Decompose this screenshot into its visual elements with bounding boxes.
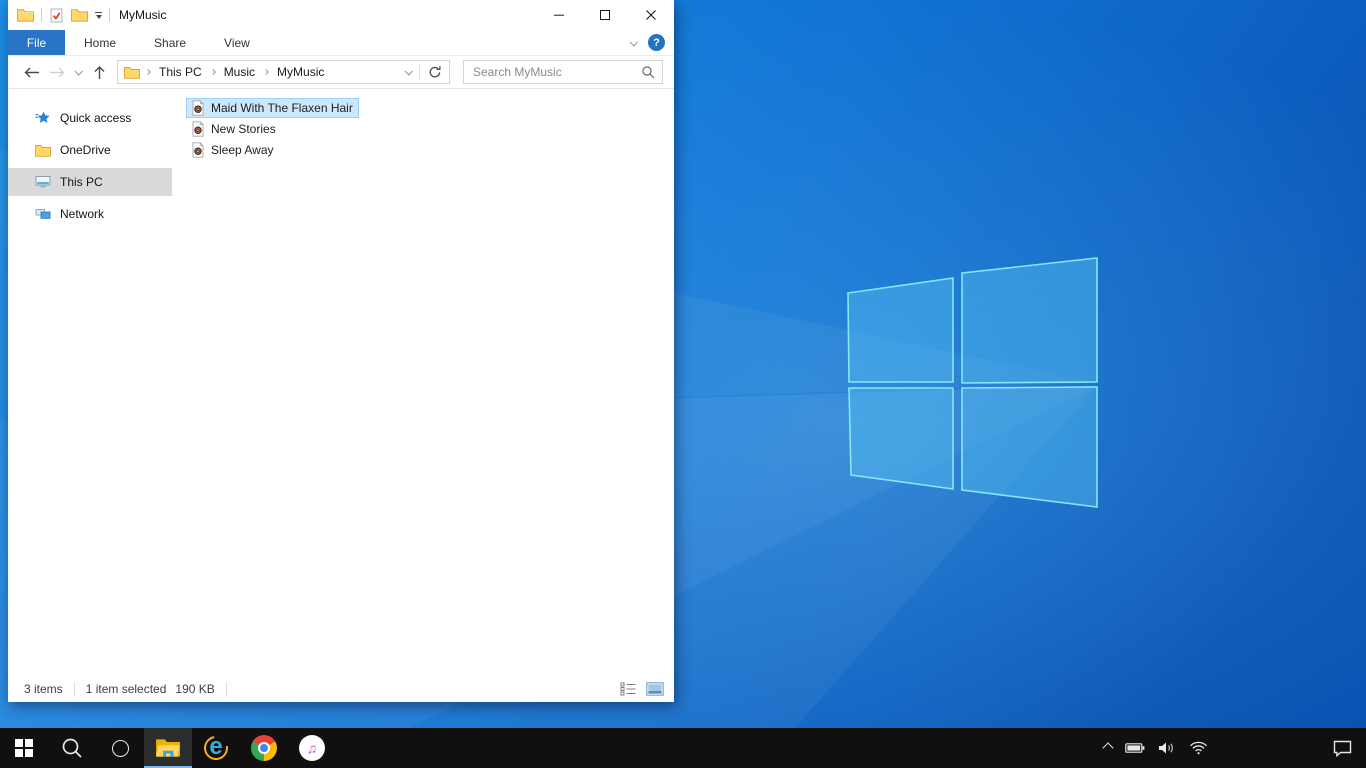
windows-logo-icon <box>15 739 33 757</box>
taskbar-file-explorer-button[interactable] <box>144 728 192 768</box>
sidebar-item-label: Network <box>60 207 105 221</box>
music-file-icon <box>190 100 206 116</box>
close-button[interactable] <box>628 0 674 30</box>
sidebar-item-label: OneDrive <box>60 143 111 157</box>
address-bar[interactable]: This PC Music MyMusic <box>117 60 450 84</box>
sidebar-item-network[interactable]: Network <box>8 200 172 228</box>
divider <box>41 8 42 22</box>
details-view-button[interactable] <box>618 680 638 698</box>
sidebar-item-label: This PC <box>60 175 103 189</box>
action-center-icon[interactable] <box>1333 740 1352 757</box>
title-bar[interactable]: MyMusic <box>8 0 674 30</box>
start-button[interactable] <box>0 728 48 768</box>
internet-explorer-icon: e <box>199 731 233 765</box>
monitor-icon <box>35 175 51 189</box>
battery-icon[interactable] <box>1125 742 1145 754</box>
help-button[interactable]: ? <box>648 34 665 51</box>
file-explorer-icon <box>155 737 181 759</box>
itunes-icon: ♫ <box>299 735 325 761</box>
file-explorer-window: MyMusic File Home Share View ? This PC M… <box>8 0 674 702</box>
minimize-button[interactable] <box>536 0 582 30</box>
divider <box>73 681 75 697</box>
file-name: Maid With The Flaxen Hair <box>211 101 353 115</box>
folder-icon <box>124 66 140 79</box>
file-item-selected[interactable]: Maid With The Flaxen Hair <box>186 98 359 118</box>
music-file-icon <box>190 121 206 137</box>
selection-count: 1 item selected <box>85 682 167 696</box>
items-count: 3 items <box>24 682 63 696</box>
selection-size: 190 KB <box>175 682 215 696</box>
divider <box>109 8 110 22</box>
file-name: New Stories <box>211 122 276 136</box>
search-box[interactable] <box>463 60 663 84</box>
navigation-bar: This PC Music MyMusic <box>8 56 674 89</box>
tab-share[interactable]: Share <box>135 30 205 55</box>
search-input[interactable] <box>471 64 641 80</box>
breadcrumb-mymusic[interactable]: MyMusic <box>277 65 324 79</box>
recent-locations-chevron-icon[interactable] <box>70 67 86 76</box>
divider <box>225 681 227 697</box>
customize-quick-access-toolbar-button[interactable] <box>95 11 102 19</box>
new-folder-button[interactable] <box>71 8 88 22</box>
tab-view[interactable]: View <box>205 30 269 55</box>
tab-file[interactable]: File <box>8 30 65 55</box>
breadcrumb-chevron-icon[interactable] <box>263 69 269 75</box>
back-button[interactable] <box>18 59 44 85</box>
show-hidden-icons-chevron-icon[interactable] <box>1102 742 1114 754</box>
breadcrumb: This PC Music MyMusic <box>145 65 324 79</box>
tab-home[interactable]: Home <box>65 30 135 55</box>
address-dropdown-chevron-icon[interactable] <box>404 67 413 76</box>
forward-button[interactable] <box>44 59 70 85</box>
volume-icon[interactable] <box>1158 741 1176 755</box>
caption-buttons <box>536 0 674 30</box>
sidebar-item-quick-access[interactable]: Quick access <box>8 104 172 132</box>
expand-ribbon-chevron-icon[interactable] <box>629 37 638 47</box>
chrome-icon <box>251 735 277 761</box>
refresh-button[interactable] <box>419 65 442 79</box>
large-icons-view-button[interactable] <box>645 680 665 698</box>
search-icon[interactable] <box>641 65 655 79</box>
taskbar-internet-explorer-button[interactable]: e <box>192 728 240 768</box>
breadcrumb-this-pc[interactable]: This PC <box>159 65 202 79</box>
file-item[interactable]: Sleep Away <box>186 140 280 160</box>
cortana-button[interactable] <box>96 728 144 768</box>
file-name: Sleep Away <box>211 143 274 157</box>
taskbar-search-button[interactable] <box>48 728 96 768</box>
window-title: MyMusic <box>119 8 167 22</box>
file-item[interactable]: New Stories <box>186 119 282 139</box>
navigation-pane: Quick access OneDrive This PC Network <box>8 89 172 676</box>
explorer-window-icon <box>17 8 34 22</box>
search-icon <box>61 737 83 759</box>
star-icon <box>35 110 51 126</box>
windows-logo <box>847 257 1098 508</box>
breadcrumb-chevron-icon[interactable] <box>145 69 151 75</box>
sidebar-item-this-pc[interactable]: This PC <box>8 168 172 196</box>
system-tray <box>1102 728 1366 768</box>
folder-icon <box>35 144 51 157</box>
cortana-icon <box>111 739 129 757</box>
status-bar: 3 items 1 item selected 190 KB <box>8 676 674 702</box>
quick-access-toolbar <box>8 8 110 23</box>
network-icon <box>35 207 51 221</box>
sidebar-item-label: Quick access <box>60 111 132 125</box>
taskbar: e ♫ <box>0 728 1366 768</box>
desktop: MyMusic File Home Share View ? This PC M… <box>0 0 1366 768</box>
wifi-icon[interactable] <box>1189 741 1208 755</box>
view-switcher <box>618 680 674 698</box>
sidebar-item-onedrive[interactable]: OneDrive <box>8 136 172 164</box>
up-button[interactable] <box>86 59 112 85</box>
file-list[interactable]: Maid With The Flaxen Hair New Stories Sl… <box>172 89 674 676</box>
taskbar-chrome-button[interactable] <box>240 728 288 768</box>
breadcrumb-music[interactable]: Music <box>224 65 255 79</box>
breadcrumb-chevron-icon[interactable] <box>209 69 216 75</box>
music-file-icon <box>190 142 206 158</box>
properties-button[interactable] <box>49 8 64 23</box>
taskbar-itunes-button[interactable]: ♫ <box>288 728 336 768</box>
ribbon-tabs: File Home Share View ? <box>8 30 674 56</box>
maximize-button[interactable] <box>582 0 628 30</box>
